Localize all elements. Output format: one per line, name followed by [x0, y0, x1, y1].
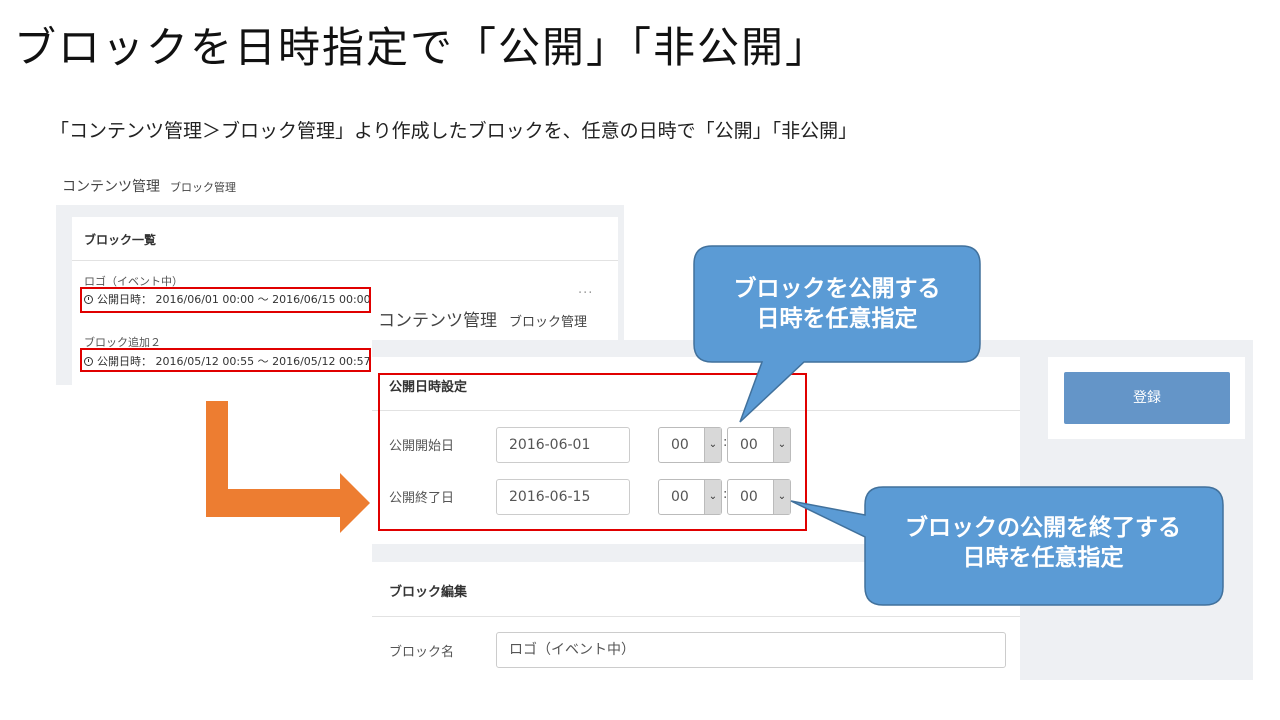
arrow-icon: [206, 401, 370, 533]
block-name-label: ブロック名: [389, 645, 455, 660]
divider: [372, 616, 1020, 617]
block-edit-title: ブロック編集: [389, 585, 468, 600]
callout-publish-line2: 日時を任意指定: [756, 306, 918, 332]
arrow-shape: [206, 401, 370, 533]
highlight-box: [80, 348, 371, 372]
page-subtitle: 「コンテンツ管理＞ブロック管理」より作成したブロックを、任意の日時で「公開」「非…: [50, 120, 858, 142]
callout-publish-text: ブロックを公開する 日時を任意指定: [692, 274, 982, 334]
callout-end-line2: 日時を任意指定: [962, 545, 1124, 571]
callout-publish-line1: ブロックを公開する: [733, 276, 941, 302]
page-title: ブロックを日時指定で「公開」「非公開」: [14, 23, 830, 72]
callout-publish-bubble: [693, 245, 981, 423]
highlight-box: [80, 287, 371, 313]
back-breadcrumb: コンテンツ管理 ブロック管理: [62, 176, 236, 196]
front-breadcrumb: コンテンツ管理 ブロック管理: [378, 306, 587, 331]
divider: [72, 260, 618, 261]
block-list-title: ブロック一覧: [84, 233, 157, 247]
more-menu-icon[interactable]: ...: [578, 282, 593, 297]
callout-end-line1: ブロックの公開を終了する: [905, 515, 1181, 541]
front-breadcrumb-main[interactable]: コンテンツ管理: [378, 311, 497, 331]
back-breadcrumb-sub[interactable]: ブロック管理: [170, 181, 236, 194]
callout-end-text: ブロックの公開を終了する 日時を任意指定: [865, 513, 1221, 573]
register-button[interactable]: 登録: [1064, 372, 1230, 424]
back-breadcrumb-main[interactable]: コンテンツ管理: [62, 179, 160, 195]
front-breadcrumb-sub[interactable]: ブロック管理: [509, 315, 587, 330]
block-name-input[interactable]: ロゴ（イベント中）: [496, 632, 1006, 668]
